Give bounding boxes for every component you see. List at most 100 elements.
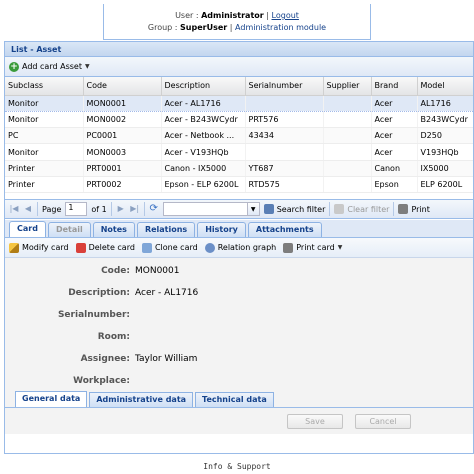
column-header-brand[interactable]: Brand — [371, 77, 418, 96]
first-page-icon[interactable]: |◀ — [9, 204, 19, 214]
table-row[interactable]: Monitor MON0002 Acer - B243WCydr PRT576 … — [5, 111, 473, 129]
column-header-code[interactable]: Code — [83, 77, 162, 96]
field-label: Room: — [97, 332, 130, 343]
field-workplace: Workplace: — [5, 376, 473, 388]
column-header-serialnumber[interactable]: Serialnumber — [245, 77, 324, 96]
clone-card-button[interactable]: Clone card — [141, 242, 198, 253]
cell-subclass: PC — [5, 127, 84, 145]
last-page-icon[interactable]: ▶| — [130, 204, 140, 214]
search-input[interactable] — [162, 202, 248, 217]
cell-subclass: Monitor — [5, 95, 84, 112]
cell-supplier — [323, 111, 372, 129]
delete-card-button[interactable]: Delete card — [75, 242, 135, 253]
clear-filter-icon — [334, 204, 345, 215]
cell-supplier — [323, 143, 372, 161]
table-row[interactable]: Monitor MON0003 Acer - V193HQb Acer V193… — [5, 143, 473, 161]
page-count-label: of 1 — [91, 204, 107, 214]
administration-module-link[interactable]: Administration module — [235, 23, 326, 32]
cell-supplier — [323, 95, 372, 112]
clear-filter-button[interactable]: Clear filter — [334, 204, 390, 215]
search-filter-label: Search filter — [276, 204, 326, 214]
delete-card-label: Delete card — [88, 243, 135, 253]
tab-notes[interactable]: Notes — [92, 222, 135, 238]
search-filter-button[interactable]: Search filter — [263, 204, 326, 215]
tab-administrative-data[interactable]: Administrative data — [89, 392, 194, 408]
cell-subclass: Monitor — [5, 143, 84, 161]
cell-code: PRT0001 — [83, 160, 162, 177]
add-card-button[interactable]: + Add card Asset ▼ — [9, 61, 90, 72]
column-header-subclass[interactable]: Subclass — [5, 77, 84, 96]
cell-serialnumber: PRT576 — [245, 111, 324, 129]
previous-page-icon[interactable]: ◀ — [23, 204, 33, 214]
field-code: Code: MON0001 — [5, 266, 473, 278]
cell-description: Epson - ELP 6200L — [161, 176, 246, 194]
cell-description: Acer - Netbook ... — [161, 127, 246, 145]
tab-detail[interactable]: Detail — [47, 222, 91, 238]
cell-code: MON0001 — [83, 95, 162, 112]
asset-grid: Subclass Code Description Serialnumber S… — [5, 77, 473, 194]
cell-model: B243WCydr — [417, 111, 473, 129]
grid-header-row: Subclass Code Description Serialnumber S… — [5, 77, 473, 96]
separator — [393, 202, 395, 217]
field-label: Workplace: — [73, 376, 130, 387]
cell-supplier — [323, 160, 372, 177]
tab-attachments[interactable]: Attachments — [247, 222, 322, 238]
info-support-link[interactable]: Info & Support — [0, 462, 474, 471]
refresh-icon[interactable]: ⟳ — [149, 204, 159, 214]
table-row[interactable]: Printer PRT0002 Epson - ELP 6200L RTD575… — [5, 176, 473, 194]
card-tabstrip: Card Detail Notes Relations History Atta… — [5, 220, 473, 239]
tab-relations[interactable]: Relations — [136, 222, 196, 238]
chevron-down-icon: ▼ — [84, 63, 90, 70]
cell-code: MON0002 — [83, 111, 162, 129]
cell-model: V193HQb — [417, 143, 473, 161]
column-header-description[interactable]: Description — [161, 77, 246, 96]
field-label: Code: — [101, 266, 130, 277]
column-header-model[interactable]: Model — [417, 77, 473, 96]
clear-filter-label: Clear filter — [347, 204, 390, 214]
group-line: Group : SuperUser | Administration modul… — [147, 23, 327, 32]
print-button[interactable]: Print — [398, 204, 430, 215]
print-card-button[interactable]: Print card ▼ — [283, 242, 342, 253]
search-trigger-icon[interactable]: ▼ — [247, 202, 260, 217]
page-number-input[interactable]: 1 — [65, 202, 88, 217]
next-page-icon[interactable]: ▶ — [116, 204, 126, 214]
cell-brand: Acer — [371, 95, 418, 112]
cell-brand: Acer — [371, 143, 418, 161]
cell-subclass: Monitor — [5, 111, 84, 129]
card-toolbar: Modify card Delete card Clone card Relat… — [5, 238, 473, 259]
tab-history[interactable]: History — [197, 222, 246, 238]
tab-general-data[interactable]: General data — [15, 391, 88, 408]
relation-graph-label: Relation graph — [217, 243, 277, 253]
save-button[interactable]: Save — [287, 413, 343, 429]
modify-card-button[interactable]: Modify card — [9, 242, 69, 253]
cell-supplier — [323, 176, 372, 194]
relation-graph-button[interactable]: Relation graph — [204, 242, 277, 253]
table-row[interactable]: PC PC0001 Acer - Netbook ... 43434 Acer … — [5, 127, 473, 145]
table-row[interactable]: Monitor MON0001 Acer - AL1716 Acer AL171… — [5, 95, 473, 112]
tab-technical-data[interactable]: Technical data — [195, 392, 274, 408]
app-root: User : Administrator | Logout Group : Su… — [0, 0, 474, 474]
user-name: Administrator — [201, 11, 264, 20]
cell-model: ELP 6200L — [417, 176, 473, 194]
cell-description: Acer - V193HQb — [161, 143, 246, 161]
cancel-button[interactable]: Cancel — [355, 413, 411, 429]
modify-card-label: Modify card — [22, 243, 69, 253]
cell-code: PRT0002 — [83, 176, 162, 194]
table-row[interactable]: Printer PRT0001 Canon - IX5000 YT687 Can… — [5, 160, 473, 177]
pencil-icon — [9, 242, 19, 253]
cell-description: Acer - B243WCydr — [161, 111, 246, 129]
field-description: Description: Acer - AL1716 — [5, 288, 473, 300]
tab-card[interactable]: Card — [9, 221, 46, 238]
column-header-supplier[interactable]: Supplier — [323, 77, 372, 96]
separator — [37, 202, 38, 217]
add-card-label: Add card Asset — [22, 62, 82, 71]
form-buttons: Save Cancel — [5, 408, 473, 435]
cell-serialnumber: 43434 — [245, 127, 324, 145]
cell-serialnumber: YT687 — [245, 160, 324, 177]
field-value: MON0001 — [135, 266, 180, 277]
separator — [143, 202, 145, 217]
user-label: User : — [175, 11, 199, 20]
field-assignee: Assignee: Taylor William — [5, 354, 473, 366]
logout-link[interactable]: Logout — [272, 11, 299, 20]
field-room: Room: — [5, 332, 473, 344]
